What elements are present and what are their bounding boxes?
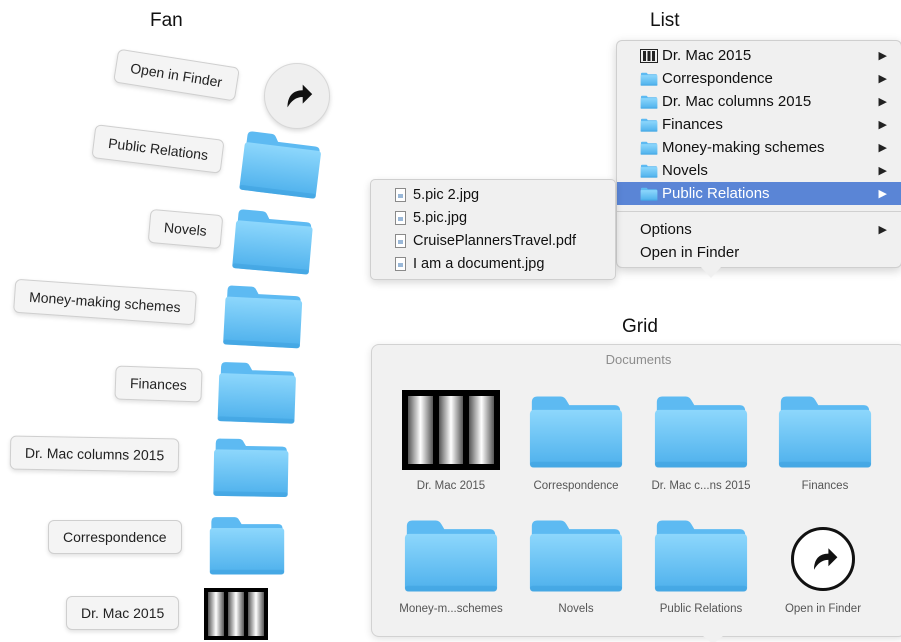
folder-icon <box>640 72 658 86</box>
fan-open-in-finder-button[interactable] <box>264 63 330 129</box>
menu-item-label: Finances <box>662 116 723 133</box>
grid-item-label: Finances <box>801 480 849 492</box>
folder-icon <box>528 516 624 594</box>
submenu-arrow-icon: ▶ <box>878 50 887 62</box>
submenu-item[interactable]: I am a document.jpg <box>395 253 544 275</box>
folder-icon <box>640 164 658 178</box>
menu-item-finances[interactable]: Finances ▶ <box>617 113 901 136</box>
menu-item-money-making-schemes[interactable]: Money-making schemes ▶ <box>617 136 901 159</box>
list-menu: Dr. Mac 2015 ▶ Correspondence ▶ Dr. Mac … <box>616 40 901 268</box>
menu-item-options[interactable]: Options ▶ <box>617 218 901 241</box>
grid-item-novels[interactable]: Novels <box>511 514 641 624</box>
fan-label-novels[interactable]: Novels <box>147 208 224 250</box>
folder-icon[interactable] <box>230 206 315 277</box>
submenu-arrow-icon: ▶ <box>878 188 887 200</box>
fan-label-correspondence[interactable]: Correspondence <box>48 520 182 554</box>
folder-icon <box>640 118 658 132</box>
folder-icon[interactable] <box>237 127 324 200</box>
menu-pointer <box>700 266 722 278</box>
grid-item-label: Novels <box>558 603 594 615</box>
submenu-arrow-icon: ▶ <box>878 224 887 236</box>
folder-icon <box>653 392 749 470</box>
grid-item-label: Money-m...schemes <box>399 603 503 615</box>
menu-separator <box>617 211 901 212</box>
public-relations-submenu: 5.pic 2.jpg 5.pic.jpg CruisePlannersTrav… <box>370 179 616 280</box>
grid-title: Grid <box>622 316 658 337</box>
menu-item-label: Dr. Mac 2015 <box>662 47 752 64</box>
menu-item-novels[interactable]: Novels ▶ <box>617 159 901 182</box>
grid-item-money-making-schemes[interactable]: Money-m...schemes <box>386 514 516 624</box>
submenu-arrow-icon: ▶ <box>878 165 887 177</box>
folder-icon[interactable] <box>221 282 304 350</box>
submenu-arrow-icon: ▶ <box>878 96 887 108</box>
open-arrow-icon <box>278 77 316 115</box>
stack-icon <box>640 48 658 63</box>
menu-item-label: Open in Finder <box>640 244 740 261</box>
submenu-item[interactable]: 5.pic 2.jpg <box>395 184 479 206</box>
submenu-item-label: 5.pic 2.jpg <box>413 187 480 203</box>
grid-item-label: Correspondence <box>533 480 619 492</box>
folder-icon[interactable] <box>208 514 286 576</box>
fan-label-money-making-schemes[interactable]: Money-making schemes <box>13 278 197 326</box>
folder-icon <box>777 392 873 470</box>
menu-item-label: Public Relations <box>662 185 770 202</box>
folder-icon[interactable] <box>211 435 290 498</box>
list-title: List <box>650 10 680 31</box>
fan-label-dr-mac-2015[interactable]: Dr. Mac 2015 <box>66 596 180 630</box>
menu-item-label: Money-making schemes <box>662 139 825 156</box>
image-file-icon <box>395 188 406 202</box>
grid-open-in-finder-button[interactable] <box>791 527 855 591</box>
grid-item-dr-mac-2015[interactable]: Dr. Mac 2015 <box>386 390 516 500</box>
stack-icon[interactable] <box>204 588 268 640</box>
menu-item-public-relations[interactable]: Public Relations ▶ <box>617 182 901 205</box>
grid-item-label: Dr. Mac c...ns 2015 <box>651 480 751 492</box>
menu-item-label: Novels <box>662 162 708 179</box>
grid-item-dr-mac-columns-2015[interactable]: Dr. Mac c...ns 2015 <box>636 390 766 500</box>
menu-item-label: Correspondence <box>662 70 773 87</box>
fan-open-in-finder-label[interactable]: Open in Finder <box>113 48 240 102</box>
submenu-arrow-icon: ▶ <box>878 119 887 131</box>
fan-label-public-relations[interactable]: Public Relations <box>91 124 225 174</box>
grid-header: Documents <box>605 352 672 367</box>
menu-item-label: Options <box>640 221 692 238</box>
menu-item-dr-mac-columns-2015[interactable]: Dr. Mac columns 2015 ▶ <box>617 90 901 113</box>
open-arrow-icon <box>805 541 841 577</box>
stack-icon <box>402 390 500 470</box>
folder-icon <box>640 187 658 201</box>
grid-item-label: Dr. Mac 2015 <box>416 480 486 492</box>
grid-item-label: Open in Finder <box>784 603 862 615</box>
stack-views-figure: Fan Open in Finder Public Relations Nove… <box>0 0 901 642</box>
submenu-item-label: 5.pic.jpg <box>413 210 468 226</box>
fan-label-finances[interactable]: Finances <box>114 365 203 403</box>
grid-item-label: Public Relations <box>659 603 743 615</box>
folder-icon <box>528 392 624 470</box>
menu-item-open-in-finder[interactable]: Open in Finder <box>617 241 901 264</box>
submenu-item-label: I am a document.jpg <box>413 256 545 272</box>
grid-item-finances[interactable]: Finances <box>760 390 890 500</box>
image-file-icon <box>395 211 406 225</box>
folder-icon <box>640 141 658 155</box>
folder-icon[interactable] <box>216 359 298 426</box>
submenu-item-label: CruisePlannersTravel.pdf <box>413 233 577 249</box>
grid-item-public-relations[interactable]: Public Relations <box>636 514 766 624</box>
menu-item-correspondence[interactable]: Correspondence ▶ <box>617 67 901 90</box>
menu-item-label: Dr. Mac columns 2015 <box>662 93 812 110</box>
pdf-file-icon <box>395 234 406 248</box>
fan-label-dr-mac-columns-2015[interactable]: Dr. Mac columns 2015 <box>9 435 180 473</box>
submenu-arrow-icon: ▶ <box>878 142 887 154</box>
menu-item-dr-mac-2015[interactable]: Dr. Mac 2015 ▶ <box>617 44 901 67</box>
fan-title: Fan <box>150 10 183 31</box>
folder-icon <box>653 516 749 594</box>
grid-item-correspondence[interactable]: Correspondence <box>511 390 641 500</box>
submenu-item[interactable]: CruisePlannersTravel.pdf <box>395 230 576 252</box>
folder-icon <box>640 95 658 109</box>
folder-icon <box>403 516 499 594</box>
submenu-item[interactable]: 5.pic.jpg <box>395 207 467 229</box>
grid-pointer <box>703 636 723 642</box>
grid-item-open-in-finder[interactable]: Open in Finder <box>758 603 888 621</box>
image-file-icon <box>395 257 406 271</box>
submenu-arrow-icon: ▶ <box>878 73 887 85</box>
